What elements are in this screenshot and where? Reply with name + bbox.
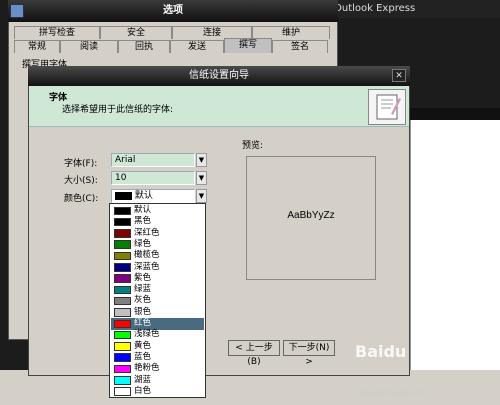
color-option[interactable]: 灰色	[111, 295, 204, 307]
color-option-label: 蓝色	[134, 351, 152, 362]
color-option[interactable]: 默认	[111, 205, 204, 217]
color-option-label: 黄色	[134, 340, 152, 351]
color-swatch	[114, 387, 131, 396]
color-option-label: 红色	[134, 318, 152, 328]
color-option[interactable]: 银色	[111, 307, 204, 319]
color-option[interactable]: 蓝色	[111, 352, 204, 364]
color-select[interactable]: 默认	[111, 189, 195, 203]
color-option-label: 深蓝色	[134, 261, 160, 272]
color-swatch	[114, 217, 131, 227]
font-label: 字体(F):	[64, 159, 98, 169]
color-swatch	[114, 296, 131, 306]
color-swatch	[114, 251, 131, 261]
color-option-label: 默认	[134, 205, 152, 215]
color-swatch	[114, 308, 131, 317]
next-button[interactable]: 下一步(N) >	[283, 340, 335, 367]
color-swatch	[114, 353, 131, 362]
background-message-pane	[410, 120, 500, 405]
color-swatch	[114, 285, 131, 295]
color-option-label: 黑色	[134, 216, 152, 227]
color-option-label: 橄榄色	[134, 250, 160, 261]
options-dialog-title: 选项	[8, 0, 338, 22]
tab-receipts[interactable]: 回执	[118, 40, 170, 53]
color-option[interactable]: 紫色	[111, 273, 204, 285]
color-option-label: 湖蓝	[134, 374, 152, 385]
color-swatch	[114, 364, 131, 374]
color-option-label: 绿蓝	[134, 284, 152, 295]
color-swatch	[115, 191, 132, 200]
color-option[interactable]: 湖蓝	[111, 375, 204, 387]
preview-label: 预览:	[242, 141, 264, 151]
color-option[interactable]: 橄榄色	[111, 250, 204, 262]
color-swatch	[114, 263, 131, 272]
preview-text: AaBbYyZz	[287, 210, 335, 221]
color-option[interactable]: 绿色	[111, 239, 204, 251]
color-option-label: 绿色	[134, 238, 152, 249]
watermark-url: jingyan.baidu.com	[355, 388, 429, 397]
size-label: 大小(S):	[64, 176, 98, 186]
back-button[interactable]: < 上一步(B)	[228, 340, 280, 367]
color-option[interactable]: 深红色	[111, 228, 204, 240]
color-option[interactable]: 红色	[111, 318, 204, 330]
wizard-step-subtitle: 选择希望用于此信纸的字体:	[62, 105, 174, 115]
color-select-value: 默认	[134, 191, 153, 201]
color-swatch	[114, 274, 131, 283]
color-option-label: 深红色	[134, 227, 160, 238]
color-option-label: 艳粉色	[134, 363, 160, 374]
color-option[interactable]: 黄色	[111, 341, 204, 353]
chevron-down-icon[interactable]: ▼	[196, 171, 207, 185]
background-toolbar	[410, 108, 500, 120]
tab-spelling[interactable]: 拼写检查	[14, 26, 100, 39]
close-icon[interactable]: ✕	[392, 69, 406, 82]
color-swatch	[114, 229, 131, 238]
tab-general[interactable]: 常规	[14, 40, 60, 53]
tab-signatures[interactable]: 签名	[272, 40, 328, 53]
color-swatch	[114, 319, 131, 328]
color-option-label: 银色	[134, 306, 152, 317]
wizard-title: 信纸设置向导	[28, 66, 410, 86]
color-option-label: 灰色	[134, 295, 152, 306]
color-dropdown-list: 默认 黑色 深红色 绿色 橄榄色 深蓝色 紫色 绿蓝 灰色 银色 红色 浅绿色 黄色 蓝色 艳粉色 湖蓝 白色	[109, 203, 206, 398]
color-swatch	[114, 330, 131, 340]
font-select[interactable]: Arial	[111, 153, 195, 167]
app-icon	[10, 4, 24, 18]
chevron-down-icon[interactable]: ▼	[196, 153, 207, 167]
color-option[interactable]: 绿蓝	[111, 284, 204, 296]
background-window-title: Outlook Express	[330, 0, 500, 18]
color-swatch	[114, 240, 131, 249]
tab-send[interactable]: 发送	[170, 40, 224, 53]
color-swatch	[114, 342, 131, 351]
chevron-down-icon[interactable]: ▼	[196, 189, 207, 203]
color-option[interactable]: 白色	[111, 386, 204, 398]
size-select[interactable]: 10	[111, 171, 195, 185]
color-option-label: 白色	[134, 385, 152, 396]
color-label: 颜色(C):	[64, 194, 99, 204]
color-option[interactable]: 浅绿色	[111, 329, 204, 341]
stationery-icon	[368, 89, 406, 125]
color-option[interactable]: 深蓝色	[111, 262, 204, 274]
watermark: Baidu 经验	[355, 342, 444, 361]
tab-security[interactable]: 安全	[100, 26, 172, 39]
tab-read[interactable]: 阅读	[60, 40, 118, 53]
tab-compose[interactable]: 撰写	[224, 38, 272, 53]
color-option[interactable]: 艳粉色	[111, 363, 204, 375]
color-swatch	[114, 376, 131, 385]
color-option[interactable]: 黑色	[111, 216, 204, 228]
color-option-label: 紫色	[134, 272, 152, 283]
color-option-label: 浅绿色	[134, 329, 160, 340]
color-swatch	[114, 206, 131, 215]
